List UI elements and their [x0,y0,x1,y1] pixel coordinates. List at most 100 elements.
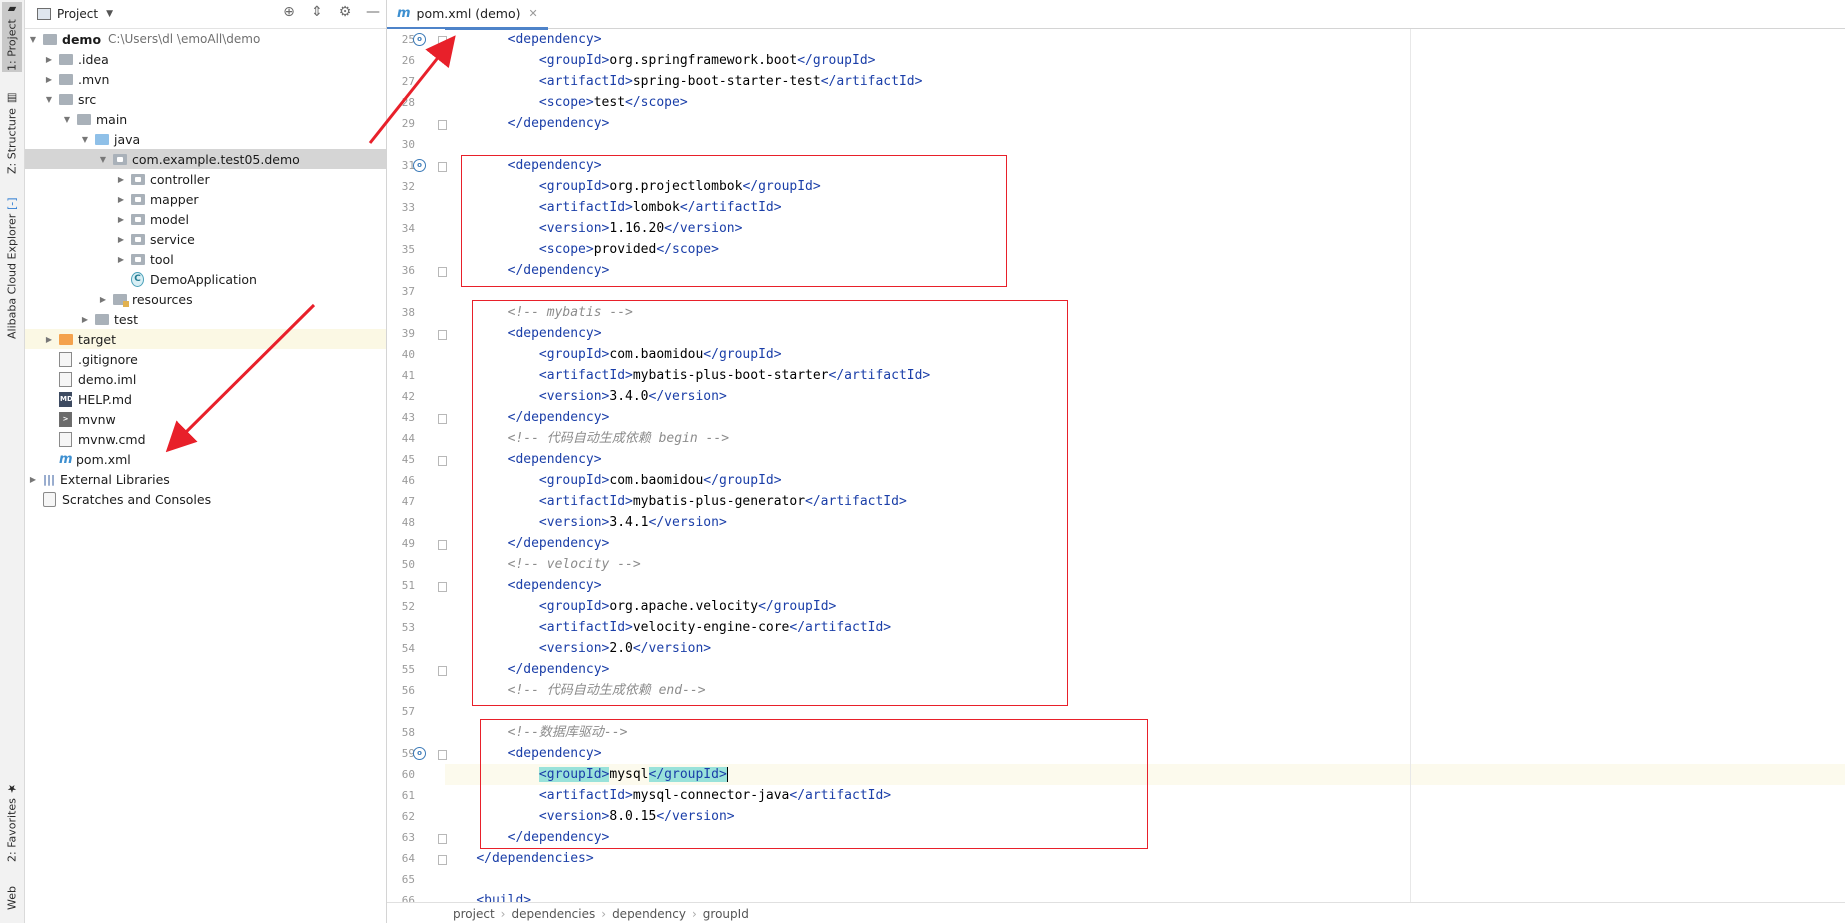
code-line[interactable]: </dependency> [445,113,1845,134]
breadcrumb-item[interactable]: dependency [612,907,686,921]
code-line[interactable]: <groupId>mysql</groupId> [445,764,1845,785]
tree-item-target[interactable]: ▶ target [25,329,386,349]
code-line[interactable]: <dependency> [445,449,1845,470]
code-line[interactable]: <groupId>com.baomidou</groupId> [445,344,1845,365]
collapsed-arrow-icon[interactable]: ▶ [115,255,127,264]
code-line[interactable]: </dependency> [445,827,1845,848]
minimize-icon[interactable]: — [364,4,382,20]
editor-gutter[interactable]: 25 o 26 27 28 29 30 31 o 32 33 34 35 36 37 38 39 40 41 42 43… [387,29,447,907]
code-line[interactable]: <artifactId>velocity-engine-core</artifa… [445,617,1845,638]
expanded-arrow-icon[interactable]: ▼ [27,35,39,44]
tree-item-pom-xml[interactable]: m pom.xml [25,449,386,469]
code-line[interactable]: <version>8.0.15</version> [445,806,1845,827]
tree-item-mvnw-cmd[interactable]: mvnw.cmd [25,429,386,449]
code-line[interactable]: <version>1.16.20</version> [445,218,1845,239]
code-line[interactable]: </dependencies> [445,848,1845,869]
code-line[interactable]: <artifactId>lombok</artifactId> [445,197,1845,218]
tree-item-model[interactable]: ▶ model [25,209,386,229]
code-line[interactable]: </dependency> [445,407,1845,428]
breadcrumb-item[interactable]: project [453,907,495,921]
collapsed-arrow-icon[interactable]: ▶ [43,55,55,64]
expanded-arrow-icon[interactable]: ▼ [97,155,109,164]
code-line[interactable] [445,701,1845,722]
code-line[interactable]: <artifactId>mysql-connector-java</artifa… [445,785,1845,806]
code-line[interactable] [445,869,1845,890]
expanded-arrow-icon[interactable]: ▼ [79,135,91,144]
tree-item-service[interactable]: ▶ service [25,229,386,249]
code-line[interactable] [445,281,1845,302]
tree-item-mvnw[interactable]: > mvnw [25,409,386,429]
collapsed-arrow-icon[interactable]: ▶ [115,175,127,184]
tree-item-demoapplication[interactable]: C DemoApplication [25,269,386,289]
code-line[interactable]: <version>2.0</version> [445,638,1845,659]
tree-item-help-md[interactable]: MD HELP.md [25,389,386,409]
tree-item-gitignore[interactable]: .gitignore [25,349,386,369]
code-line[interactable]: </dependency> [445,533,1845,554]
tree-item-external-libraries[interactable]: ▶ ||| External Libraries [25,469,386,489]
tool-tab-alibaba-cloud[interactable]: Alibaba Cloud Explorer [-] [2,196,22,340]
expanded-arrow-icon[interactable]: ▼ [61,115,73,124]
tree-item-demo[interactable]: ▼ demo C:\Users\dl \emoAll\demo [25,29,386,49]
collapsed-arrow-icon[interactable]: ▶ [27,475,39,484]
code-line[interactable]: <!-- 代码自动生成依赖 begin --> [445,428,1845,449]
tree-item-java[interactable]: ▼ java [25,129,386,149]
collapse-all-icon[interactable]: ⇕ [308,4,326,20]
code-line[interactable]: <scope>provided</scope> [445,239,1845,260]
code-line[interactable]: <dependency> [445,743,1845,764]
collapsed-arrow-icon[interactable]: ▶ [115,195,127,204]
gutter-navigate-icon[interactable]: o [413,159,426,172]
tool-tab-project[interactable]: 1: Project ▰ [2,2,22,72]
code-line[interactable]: <version>3.4.0</version> [445,386,1845,407]
expanded-arrow-icon[interactable]: ▼ [43,95,55,104]
code-line[interactable] [445,134,1845,155]
gutter-navigate-icon[interactable]: o [413,747,426,760]
tree-item-package-demo[interactable]: ▼ com.example.test05.demo [25,149,386,169]
tree-item-idea[interactable]: ▶ .idea [25,49,386,69]
tree-item-mapper[interactable]: ▶ mapper [25,189,386,209]
tree-item-mvn[interactable]: ▶ .mvn [25,69,386,89]
gutter-navigate-icon[interactable]: o [413,33,426,46]
breadcrumb-item[interactable]: dependencies [511,907,595,921]
tree-item-demo-iml[interactable]: demo.iml [25,369,386,389]
locate-icon[interactable]: ⊕ [280,4,298,20]
tree-item-tool[interactable]: ▶ tool [25,249,386,269]
code-line[interactable]: <dependency> [445,575,1845,596]
collapsed-arrow-icon[interactable]: ▶ [115,235,127,244]
tree-item-resources[interactable]: ▶ resources [25,289,386,309]
code-line[interactable]: <!-- velocity --> [445,554,1845,575]
code-line[interactable]: <!-- 代码自动生成依赖 end--> [445,680,1845,701]
breadcrumb-item[interactable]: groupId [703,907,749,921]
code-editor[interactable]: <dependency> <groupId>org.springframewor… [445,29,1845,908]
code-line[interactable]: <dependency> [445,155,1845,176]
tool-tab-web[interactable]: Web [2,878,22,918]
collapsed-arrow-icon[interactable]: ▶ [43,335,55,344]
collapsed-arrow-icon[interactable]: ▶ [79,315,91,324]
code-line[interactable]: <artifactId>mybatis-plus-generator</arti… [445,491,1845,512]
tree-item-scratches[interactable]: Scratches and Consoles [25,489,386,509]
tree-item-src[interactable]: ▼ src [25,89,386,109]
code-line[interactable]: <!--数据库驱动--> [445,722,1845,743]
code-line[interactable]: <version>3.4.1</version> [445,512,1845,533]
collapsed-arrow-icon[interactable]: ▶ [43,75,55,84]
code-line[interactable]: <dependency> [445,29,1845,50]
code-line[interactable]: <groupId>org.springframework.boot</group… [445,50,1845,71]
project-panel-title[interactable]: Project [57,7,98,21]
collapsed-arrow-icon[interactable]: ▶ [97,295,109,304]
tree-item-controller[interactable]: ▶ controller [25,169,386,189]
code-line[interactable]: <groupId>org.apache.velocity</groupId> [445,596,1845,617]
code-line[interactable]: <dependency> [445,323,1845,344]
tool-tab-structure[interactable]: Z: Structure ▤ [2,92,22,175]
code-line[interactable]: </dependency> [445,659,1845,680]
code-line[interactable]: </dependency> [445,260,1845,281]
code-line[interactable]: <groupId>org.projectlombok</groupId> [445,176,1845,197]
code-line[interactable]: <artifactId>mybatis-plus-boot-starter</a… [445,365,1845,386]
tool-tab-favorites[interactable]: 2: Favorites ★ [2,782,22,863]
code-line[interactable]: <artifactId>spring-boot-starter-test</ar… [445,71,1845,92]
code-line[interactable]: <groupId>com.baomidou</groupId> [445,470,1845,491]
chevron-down-icon[interactable]: ▼ [106,9,113,19]
tree-item-main[interactable]: ▼ main [25,109,386,129]
gear-icon[interactable]: ⚙ [336,4,354,20]
close-icon[interactable]: ✕ [529,7,538,20]
collapsed-arrow-icon[interactable]: ▶ [115,215,127,224]
code-line[interactable]: <scope>test</scope> [445,92,1845,113]
